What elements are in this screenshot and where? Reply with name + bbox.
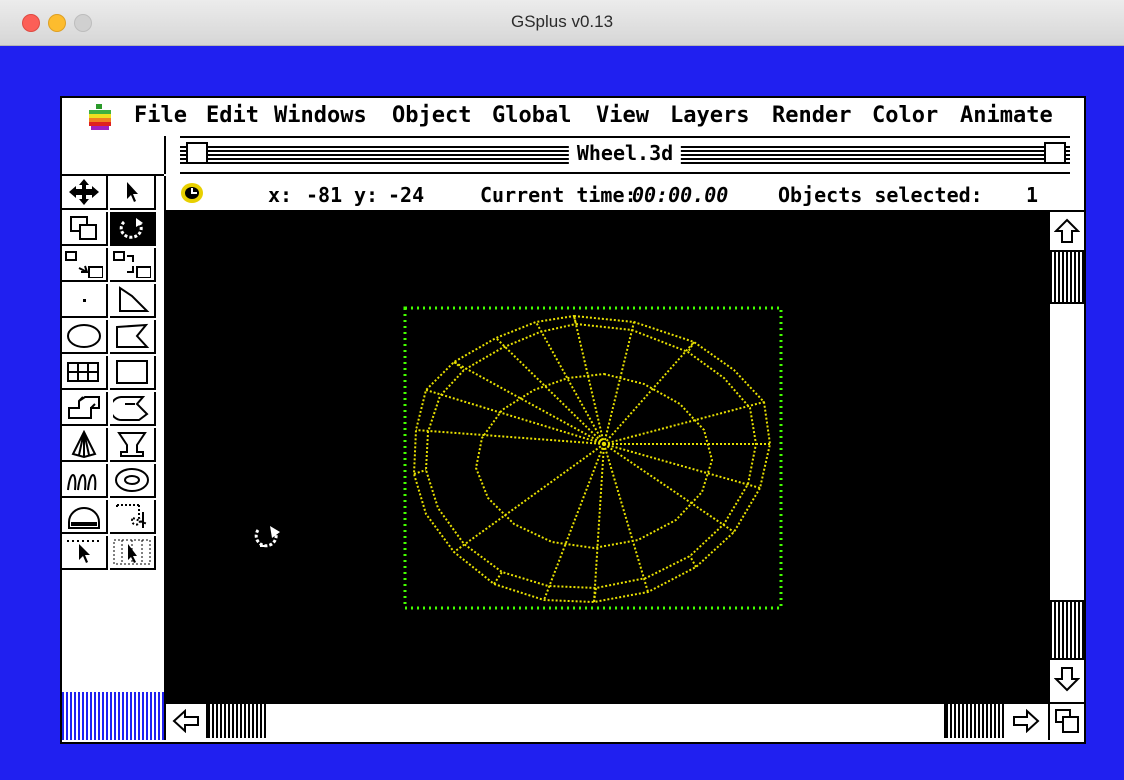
y-value: -24 (388, 183, 425, 207)
grid-tool[interactable] (62, 356, 108, 390)
group-icon (70, 216, 97, 240)
selected-value: 1 (1026, 183, 1039, 207)
menu-file[interactable]: File (134, 103, 187, 128)
rectangle-tool[interactable] (110, 356, 156, 390)
pattern-swatch[interactable] (62, 692, 164, 740)
resize-icon (1055, 709, 1079, 733)
gs-desktop: File Edit Windows Object Global View Lay… (60, 96, 1086, 744)
polygon-tool[interactable] (110, 320, 156, 354)
horizontal-scroll-thumb-left[interactable] (206, 704, 266, 738)
grid-icon (67, 362, 99, 382)
rotate-tool[interactable] (110, 212, 156, 246)
menu-object[interactable]: Object (392, 103, 471, 128)
scale-icon (65, 251, 103, 278)
toolbox-header (62, 136, 164, 176)
point-tool[interactable] (62, 284, 108, 318)
x-value: -81 (306, 183, 343, 207)
spring-icon (67, 474, 97, 491)
select-grid-icon (113, 539, 151, 565)
status-bar: x: -81 y: -24 Current time: 00:00.00 Obj… (164, 176, 1084, 212)
polyline-icon (119, 286, 150, 312)
extrude-icon (68, 396, 100, 419)
fillet-tool[interactable] (110, 500, 156, 534)
torus-tool[interactable] (110, 464, 156, 498)
rectangle-icon (116, 360, 148, 384)
vertical-scrollbar[interactable] (1048, 212, 1084, 702)
spring-tool[interactable] (62, 464, 108, 498)
point-icon (83, 299, 86, 302)
tool-palette (62, 176, 164, 692)
select-region-tool[interactable] (62, 536, 108, 570)
menu-animate[interactable]: Animate (960, 103, 1053, 128)
x-label: x: (268, 183, 293, 207)
time-value: 00:00.00 (632, 183, 729, 207)
cone-tool[interactable] (62, 428, 108, 462)
menu-color[interactable]: Color (872, 103, 938, 128)
dome-tool[interactable] (62, 500, 108, 534)
menu-render[interactable]: Render (772, 103, 851, 128)
arrow-pointer-icon (127, 182, 138, 202)
menu-windows[interactable]: Windows (274, 103, 367, 128)
scroll-down-arrow-icon[interactable] (1054, 666, 1080, 692)
group-tool[interactable] (62, 212, 108, 246)
horizontal-scroll-thumb-right[interactable] (944, 704, 1004, 738)
document-titlebar[interactable]: Wheel.3d (164, 136, 1084, 174)
polyline-tool[interactable] (110, 284, 156, 318)
polygon-icon (116, 323, 150, 348)
menu-layers[interactable]: Layers (670, 103, 749, 128)
menu-bar: File Edit Windows Object Global View Lay… (62, 98, 1084, 138)
move-tool[interactable] (62, 176, 108, 210)
select-tool[interactable] (110, 176, 156, 210)
clock-icon[interactable] (178, 180, 206, 206)
scroll-right-arrow-icon[interactable] (1012, 709, 1040, 733)
vertical-scroll-thumb-bottom[interactable] (1050, 600, 1084, 660)
menu-view[interactable]: View (596, 103, 649, 128)
time-label: Current time: (480, 183, 637, 207)
rotate-cursor-icon (254, 526, 280, 548)
move-icon (69, 179, 99, 205)
wheel-wireframe (254, 306, 783, 610)
ellipse-tool[interactable] (62, 320, 108, 354)
torus-icon (115, 468, 149, 492)
scale-tool[interactable] (62, 248, 108, 282)
doc-zoom-box[interactable] (1044, 142, 1066, 164)
selected-label: Objects selected: (778, 183, 983, 207)
fillet-icon (116, 504, 148, 528)
window-titlebar: GSplus v0.13 (0, 0, 1124, 46)
menu-edit[interactable]: Edit (206, 103, 259, 128)
goblet-icon (117, 432, 147, 457)
cone-icon (71, 430, 97, 458)
window-title: GSplus v0.13 (510, 12, 614, 31)
goblet-tool[interactable] (110, 428, 156, 462)
selection-box (403, 306, 783, 610)
lathe-icon (113, 396, 149, 422)
dome-icon (68, 507, 100, 529)
document-title: Wheel.3d (568, 141, 682, 165)
drawing-canvas[interactable] (164, 212, 1048, 702)
ellipse-icon (67, 324, 101, 348)
select-region-icon (67, 540, 99, 563)
lathe-tool[interactable] (110, 392, 156, 426)
scale-uniform-tool[interactable] (110, 248, 156, 282)
vertical-scroll-thumb-top[interactable] (1050, 250, 1084, 304)
select-grid-tool[interactable] (110, 536, 156, 570)
rotate-icon (119, 218, 143, 239)
scroll-left-arrow-icon[interactable] (172, 709, 200, 733)
horizontal-scrollbar[interactable] (164, 702, 1048, 740)
scroll-up-arrow-icon[interactable] (1054, 218, 1080, 244)
grow-box[interactable] (1048, 702, 1084, 740)
menu-global[interactable]: Global (492, 103, 571, 128)
apple-menu-icon[interactable] (87, 104, 113, 130)
y-label: y: (354, 183, 379, 207)
scale-uniform-icon (113, 251, 151, 278)
extrude-tool[interactable] (62, 392, 108, 426)
doc-close-box[interactable] (186, 142, 208, 164)
